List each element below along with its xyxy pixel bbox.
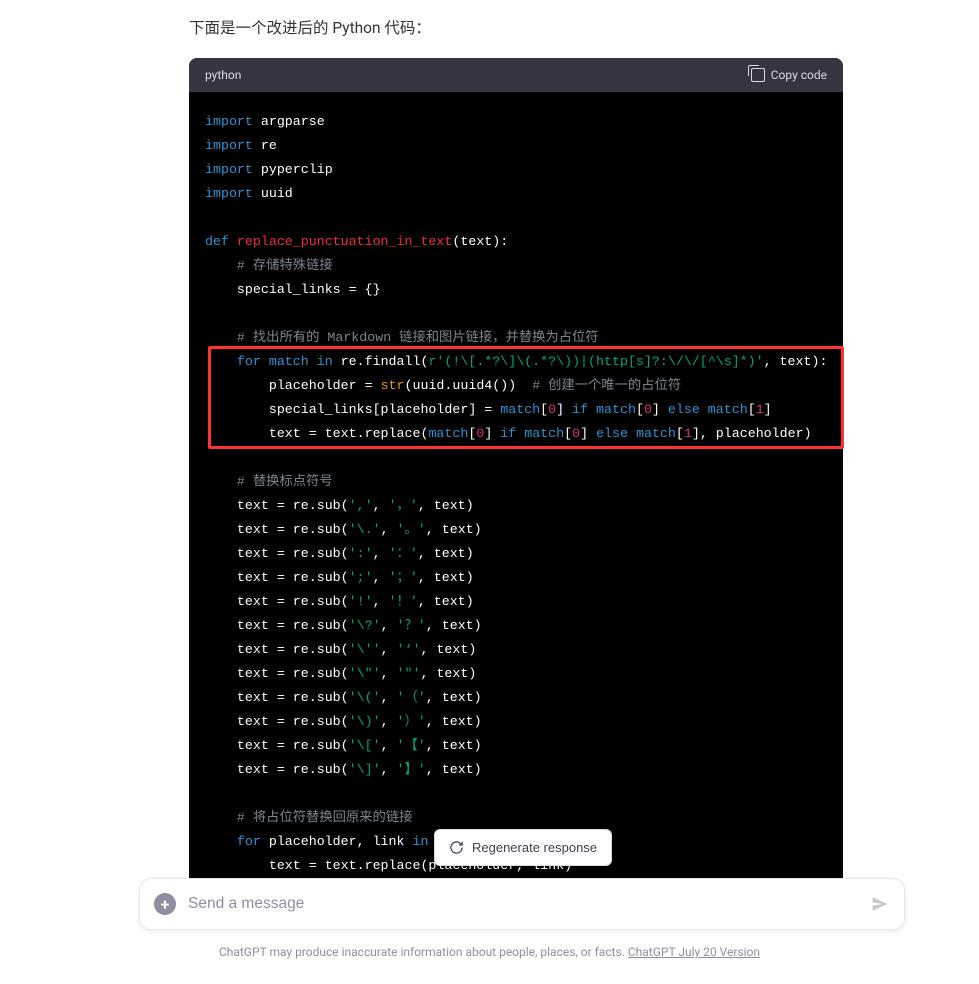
send-icon[interactable]: [870, 894, 890, 914]
code-body: import argparse import re import pypercl…: [189, 92, 843, 896]
message-input[interactable]: [188, 895, 858, 913]
message-input-bar: +: [139, 878, 905, 930]
code-header: python Copy code: [189, 58, 843, 92]
code-block: python Copy code import argparse import …: [189, 58, 843, 896]
copy-icon: [751, 68, 765, 82]
regenerate-button[interactable]: Regenerate response: [434, 829, 612, 866]
regenerate-icon: [449, 840, 464, 855]
intro-text: 下面是一个改进后的 Python 代码：: [189, 16, 431, 38]
regenerate-label: Regenerate response: [472, 840, 597, 855]
version-link[interactable]: ChatGPT July 20 Version: [628, 945, 760, 959]
copy-code-button[interactable]: Copy code: [751, 68, 827, 82]
attach-icon[interactable]: +: [154, 893, 176, 915]
copy-code-label: Copy code: [771, 68, 827, 82]
footer-disclaimer: ChatGPT may produce inaccurate informati…: [0, 945, 979, 959]
code-language-label: python: [205, 68, 241, 82]
